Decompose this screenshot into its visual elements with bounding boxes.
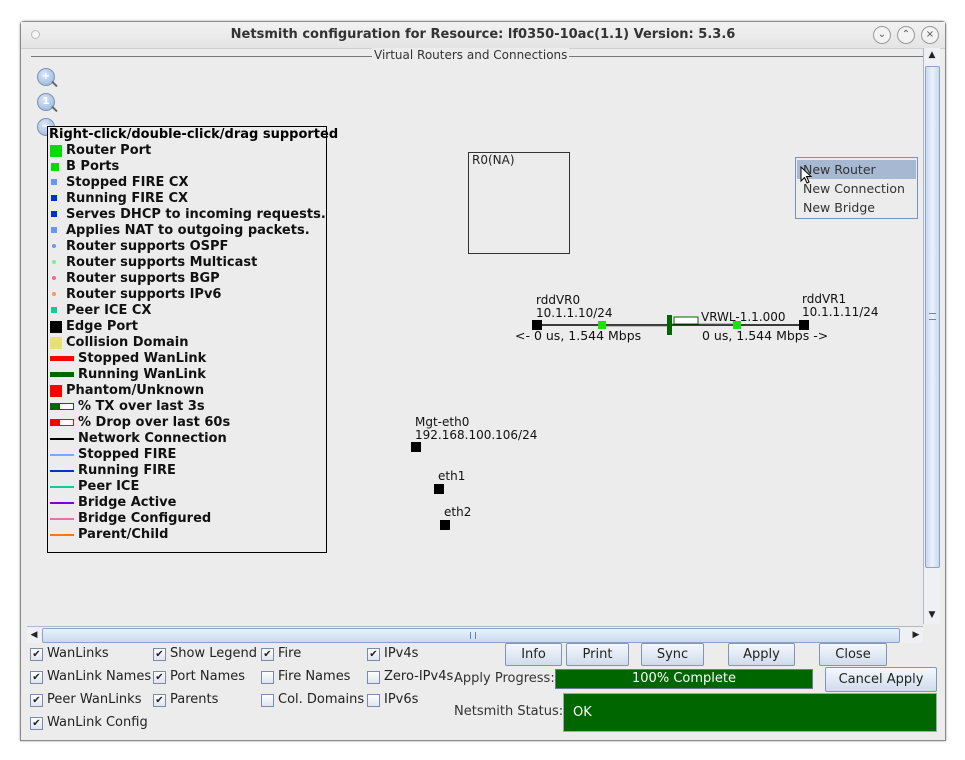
checkmark-icon[interactable]: ✔ bbox=[153, 694, 166, 707]
menu-item-new-router[interactable]: New Router bbox=[797, 160, 916, 179]
checkmark-icon[interactable]: ✔ bbox=[30, 717, 43, 730]
checkbox-box[interactable] bbox=[367, 694, 380, 707]
checkbox-label: Parents bbox=[170, 692, 219, 707]
checkmark-icon[interactable]: ✔ bbox=[153, 648, 166, 661]
checkbox-label: Fire bbox=[278, 646, 302, 661]
checkbox-label: Port Names bbox=[170, 669, 246, 684]
info-button[interactable]: Info bbox=[505, 643, 562, 666]
netsmith-status-label: Netsmith Status: bbox=[454, 704, 564, 719]
checkbox-label: Col. Domains bbox=[278, 692, 365, 707]
checkmark-icon[interactable]: ✔ bbox=[261, 648, 274, 661]
port-name-eth2: eth2 bbox=[444, 505, 472, 519]
port-ip-rddvr1: 10.1.1.11/24 bbox=[802, 305, 879, 319]
link-stats-right: 0 us, 1.544 Mbps -> bbox=[702, 328, 829, 343]
edge-port-eth2[interactable] bbox=[440, 520, 450, 530]
checkbox-label: Zero-IPv4s bbox=[384, 669, 454, 684]
port-ip-rddvr0: 10.1.1.10/24 bbox=[536, 306, 613, 320]
edge-port-mgt-eth0[interactable] bbox=[411, 442, 421, 452]
netsmith-status-value: OK bbox=[563, 693, 937, 732]
mouse-cursor-icon bbox=[800, 166, 813, 184]
apply-button[interactable]: Apply bbox=[728, 643, 795, 666]
checkmark-icon[interactable]: ✔ bbox=[30, 694, 43, 707]
wanlink-marker[interactable] bbox=[667, 315, 672, 335]
menu-item-new-bridge[interactable]: New Bridge bbox=[797, 198, 916, 217]
port-ip-mgt-eth0: 192.168.100.106/24 bbox=[415, 428, 538, 442]
apply-progress-bar: 100% Complete bbox=[555, 669, 813, 689]
checkbox-label: IPv4s bbox=[384, 646, 419, 661]
checkbox-label: Fire Names bbox=[278, 669, 351, 684]
cancel-apply-button[interactable]: Cancel Apply bbox=[825, 667, 937, 692]
print-button[interactable]: Print bbox=[566, 643, 629, 666]
checkbox-label: IPv6s bbox=[384, 692, 419, 707]
close-button[interactable]: Close bbox=[819, 643, 887, 666]
link-stats-left: <- 0 us, 1.544 Mbps bbox=[515, 328, 642, 343]
checkmark-icon[interactable]: ✔ bbox=[153, 671, 166, 684]
edge-port-eth1[interactable] bbox=[434, 484, 444, 494]
sync-button[interactable]: Sync bbox=[641, 643, 704, 666]
checkmark-icon[interactable]: ✔ bbox=[367, 648, 380, 661]
checkbox-box[interactable] bbox=[261, 671, 274, 684]
wanlink-tx-bar bbox=[673, 316, 699, 325]
apply-progress-label: Apply Progress: bbox=[454, 671, 555, 686]
checkbox-label: WanLinks bbox=[47, 646, 109, 661]
checkbox-label: Peer WanLinks bbox=[47, 692, 142, 707]
checkbox-label: WanLink Names bbox=[47, 669, 152, 684]
checkbox-label: WanLink Config bbox=[47, 715, 148, 730]
checkbox-box[interactable] bbox=[367, 671, 380, 684]
port-name-eth1: eth1 bbox=[438, 469, 466, 483]
wanlink-name: VRWL-1.1.000 bbox=[701, 310, 786, 324]
checkbox-label: Show Legend bbox=[170, 646, 257, 661]
menu-item-new-connection[interactable]: New Connection bbox=[797, 179, 916, 198]
checkmark-icon[interactable]: ✔ bbox=[30, 671, 43, 684]
checkmark-icon[interactable]: ✔ bbox=[30, 648, 43, 661]
checkbox-box[interactable] bbox=[261, 694, 274, 707]
